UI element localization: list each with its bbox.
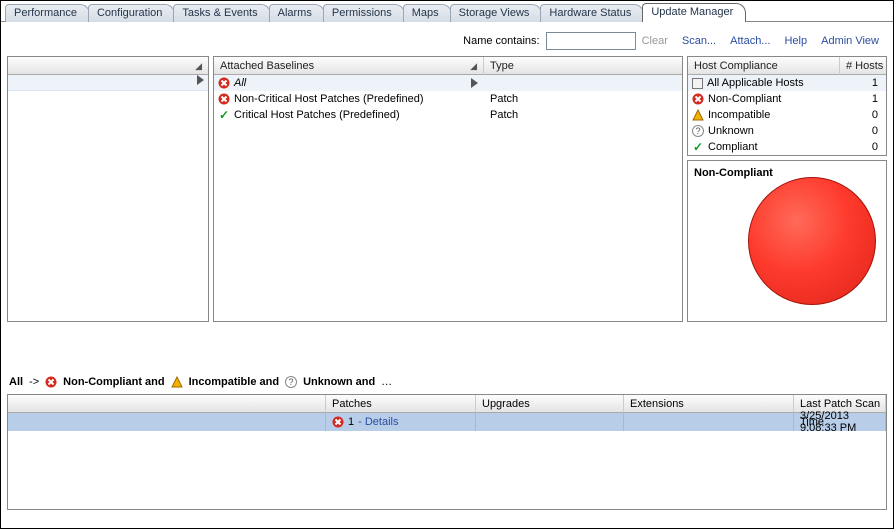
details-row-extensions bbox=[624, 413, 794, 431]
tab-hardware-status[interactable]: Hardware Status bbox=[540, 4, 644, 22]
sort-indicator-icon: ◢ bbox=[195, 57, 202, 75]
baselines-header-type[interactable]: Type bbox=[484, 57, 682, 75]
details-headers: Patches Upgrades Extensions Last Patch S… bbox=[8, 395, 886, 413]
baselines-panel: Attached Baselines ◢ Type All Non-Critica… bbox=[213, 56, 683, 322]
compliance-count: 0 bbox=[840, 125, 886, 137]
details-header-extensions[interactable]: Extensions bbox=[624, 395, 794, 413]
noncompliant-circle-icon bbox=[748, 177, 876, 305]
baseline-name: Non-Critical Host Patches (Predefined) bbox=[234, 93, 424, 105]
crumb-incompatible[interactable]: Incompatible and bbox=[189, 376, 279, 388]
sort-indicator-icon: ◢ bbox=[470, 57, 477, 75]
compliance-visual: Non-Compliant bbox=[687, 160, 887, 322]
compliance-count: 0 bbox=[840, 141, 886, 153]
unknown-icon: ? bbox=[692, 125, 704, 137]
admin-view-link[interactable]: Admin View bbox=[821, 35, 879, 47]
left-panel: ◢ bbox=[7, 56, 209, 322]
warning-icon bbox=[171, 376, 183, 388]
compliance-header-count[interactable]: # Hosts bbox=[840, 57, 886, 75]
details-empty-area bbox=[8, 431, 886, 509]
baseline-row[interactable]: Non-Critical Host Patches (Predefined) Pa… bbox=[214, 91, 682, 107]
arrow-right-icon bbox=[197, 75, 204, 85]
compliance-label: All Applicable Hosts bbox=[707, 77, 804, 89]
toolbar: Name contains: Clear Scan... Attach... H… bbox=[1, 22, 893, 56]
arrow-right-icon bbox=[471, 78, 478, 88]
compliance-row[interactable]: ? Unknown 0 bbox=[688, 123, 886, 139]
compliance-panel: Host Compliance # Hosts All Applicable H… bbox=[687, 56, 887, 156]
baseline-name: Critical Host Patches (Predefined) bbox=[234, 109, 400, 121]
compliance-row[interactable]: ✓ Compliant 0 bbox=[688, 139, 886, 155]
crumb-ellipsis: … bbox=[381, 376, 392, 388]
host-icon bbox=[692, 78, 703, 89]
warning-icon bbox=[692, 109, 704, 121]
filter-breadcrumb: All -> Non-Compliant and Incompatible an… bbox=[1, 322, 893, 394]
tab-storage-views[interactable]: Storage Views bbox=[450, 4, 543, 22]
check-icon: ✓ bbox=[218, 109, 230, 121]
name-contains-input[interactable] bbox=[546, 32, 636, 50]
baseline-row[interactable]: All bbox=[214, 75, 682, 91]
tab-tasks-events[interactable]: Tasks & Events bbox=[173, 4, 270, 22]
check-icon: ✓ bbox=[692, 141, 704, 153]
baseline-type: Patch bbox=[486, 109, 682, 121]
compliance-header-name[interactable]: Host Compliance bbox=[688, 57, 840, 75]
details-header-upgrades[interactable]: Upgrades bbox=[476, 395, 624, 413]
details-row-blank bbox=[8, 413, 326, 431]
compliance-label: Non-Compliant bbox=[708, 93, 781, 105]
tab-permissions[interactable]: Permissions bbox=[323, 4, 405, 22]
patches-count: 1 bbox=[348, 416, 354, 428]
tab-update-manager[interactable]: Update Manager bbox=[642, 3, 746, 22]
compliance-visual-title: Non-Compliant bbox=[694, 167, 880, 179]
details-row-patches[interactable]: 1 - Details bbox=[326, 413, 476, 431]
compliance-row[interactable]: Incompatible 0 bbox=[688, 107, 886, 123]
name-contains-label: Name contains: bbox=[463, 35, 539, 47]
error-icon bbox=[218, 93, 230, 105]
main-region: ◢ Attached Baselines ◢ Type All Non-Criti… bbox=[1, 56, 893, 322]
crumb-unknown[interactable]: Unknown and bbox=[303, 376, 375, 388]
details-header-blank[interactable] bbox=[8, 395, 326, 413]
compliance-label: Incompatible bbox=[708, 109, 770, 121]
baselines-header-name[interactable]: Attached Baselines ◢ bbox=[214, 57, 484, 75]
error-icon bbox=[332, 416, 344, 428]
compliance-label: Compliant bbox=[708, 141, 758, 153]
details-header-patches[interactable]: Patches bbox=[326, 395, 476, 413]
crumb-noncompliant[interactable]: Non-Compliant and bbox=[63, 376, 164, 388]
compliance-count: 1 bbox=[840, 77, 886, 89]
right-column: Host Compliance # Hosts All Applicable H… bbox=[687, 56, 887, 322]
tab-performance[interactable]: Performance bbox=[5, 4, 90, 22]
tab-configuration[interactable]: Configuration bbox=[88, 4, 175, 22]
details-row-upgrades bbox=[476, 413, 624, 431]
attach-link[interactable]: Attach... bbox=[730, 35, 770, 47]
baseline-type: Patch bbox=[486, 93, 682, 105]
tab-strip: PerformanceConfigurationTasks & EventsAl… bbox=[1, 2, 893, 22]
left-row-active[interactable] bbox=[8, 75, 208, 91]
details-grid: Patches Upgrades Extensions Last Patch S… bbox=[7, 394, 887, 510]
baseline-name: All bbox=[234, 77, 246, 89]
details-row-time: 3/25/2013 9:08:33 PM bbox=[794, 413, 886, 431]
compliance-row[interactable]: Non-Compliant 1 bbox=[688, 91, 886, 107]
patches-details-link[interactable]: - Details bbox=[358, 416, 398, 428]
unknown-icon: ? bbox=[285, 376, 297, 388]
error-icon bbox=[692, 93, 704, 105]
tab-alarms[interactable]: Alarms bbox=[269, 4, 325, 22]
clear-link[interactable]: Clear bbox=[642, 35, 668, 47]
tab-maps[interactable]: Maps bbox=[403, 4, 452, 22]
help-link[interactable]: Help bbox=[784, 35, 807, 47]
crumb-all[interactable]: All bbox=[9, 376, 23, 388]
scan-link[interactable]: Scan... bbox=[682, 35, 716, 47]
compliance-count: 0 bbox=[840, 109, 886, 121]
name-filter-group: Name contains: Clear bbox=[463, 32, 668, 50]
error-icon bbox=[45, 376, 57, 388]
compliance-label: Unknown bbox=[708, 125, 754, 137]
crumb-arrow: -> bbox=[29, 376, 39, 388]
details-row[interactable]: 1 - Details 3/25/2013 9:08:33 PM bbox=[8, 413, 886, 431]
compliance-row[interactable]: All Applicable Hosts 1 bbox=[688, 75, 886, 91]
error-icon bbox=[218, 77, 230, 89]
compliance-count: 1 bbox=[840, 93, 886, 105]
baseline-row[interactable]: ✓ Critical Host Patches (Predefined) Patch bbox=[214, 107, 682, 123]
left-col-header[interactable]: ◢ bbox=[8, 57, 208, 75]
